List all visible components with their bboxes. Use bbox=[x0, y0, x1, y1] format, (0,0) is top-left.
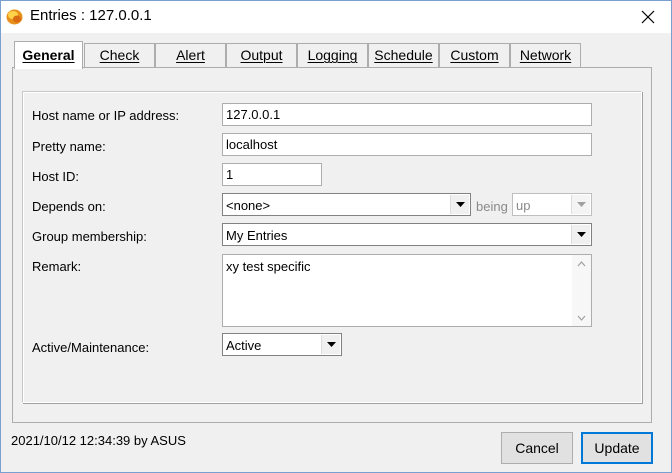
remark-scrollbar[interactable] bbox=[572, 255, 591, 326]
being-state-select: up bbox=[512, 193, 592, 216]
dropdown-arrow-icon bbox=[571, 195, 590, 214]
dropdown-arrow-icon[interactable] bbox=[571, 225, 590, 244]
host-id-input[interactable]: 1 bbox=[222, 163, 322, 186]
remark-value: xy test specific bbox=[226, 259, 311, 274]
depends-on-select[interactable]: <none> bbox=[222, 193, 471, 216]
depends-on-value: <none> bbox=[226, 198, 271, 213]
scroll-up-icon[interactable] bbox=[572, 255, 591, 272]
group-membership-select[interactable]: My Entries bbox=[222, 223, 592, 246]
remark-label: Remark: bbox=[32, 259, 82, 274]
dropdown-arrow-icon[interactable] bbox=[450, 195, 469, 214]
being-label: being bbox=[476, 199, 508, 214]
remark-textarea[interactable]: xy test specific bbox=[222, 254, 592, 327]
active-maintenance-label: Active/Maintenance: bbox=[32, 340, 150, 355]
depends-on-label: Depends on: bbox=[32, 199, 106, 214]
pretty-name-label: Pretty name: bbox=[32, 139, 106, 154]
dropdown-arrow-icon[interactable] bbox=[321, 335, 340, 354]
active-maintenance-select[interactable]: Active bbox=[222, 333, 342, 356]
entries-dialog: Entries : 127.0.0.1 General Check Alert … bbox=[0, 0, 672, 473]
host-label: Host name or IP address: bbox=[32, 108, 180, 123]
group-membership-value: My Entries bbox=[226, 228, 288, 243]
form-layer: Host name or IP address: 127.0.0.1 Prett… bbox=[1, 1, 672, 473]
active-maintenance-value: Active bbox=[226, 338, 262, 353]
pretty-name-input[interactable]: localhost bbox=[222, 133, 592, 156]
host-input[interactable]: 127.0.0.1 bbox=[222, 103, 592, 126]
group-membership-label: Group membership: bbox=[32, 229, 147, 244]
scroll-down-icon[interactable] bbox=[572, 309, 591, 326]
host-id-label: Host ID: bbox=[32, 169, 79, 184]
being-state-value: up bbox=[516, 198, 531, 213]
